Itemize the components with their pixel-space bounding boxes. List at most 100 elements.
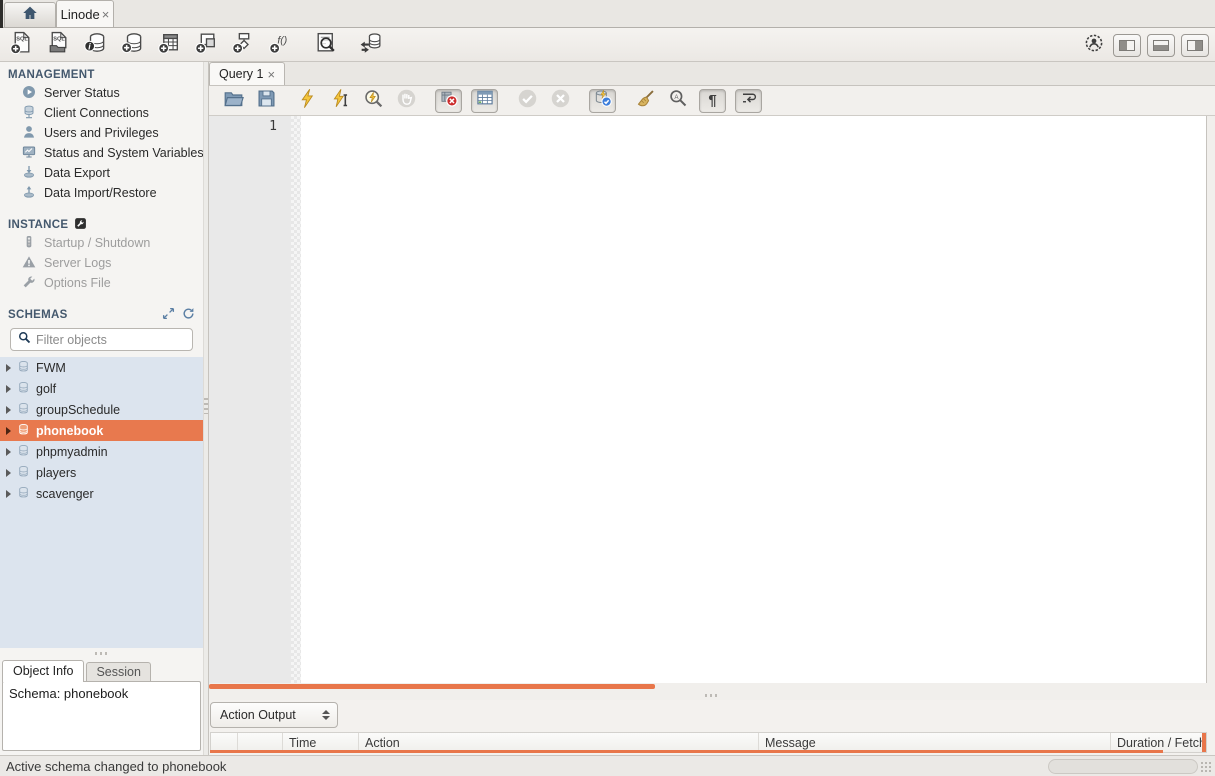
query-tab-bar: Query 1 × xyxy=(209,62,1215,86)
code-area[interactable] xyxy=(301,116,1206,683)
search-table-data-button[interactable] xyxy=(312,32,338,58)
find-button[interactable]: A xyxy=(666,89,690,113)
expand-triangle-icon[interactable] xyxy=(6,469,11,477)
server-status-icon xyxy=(21,84,37,103)
query-toolbar: A ¶ xyxy=(209,86,1215,116)
editor-horizontal-scrollbar[interactable] xyxy=(209,683,1207,690)
sidebar-item-users-privileges[interactable]: Users and Privileges xyxy=(0,123,203,143)
scrollbar-thumb[interactable] xyxy=(209,684,655,689)
chevron-updown-icon xyxy=(322,710,330,720)
sidebar-item-client-connections[interactable]: Client Connections xyxy=(0,103,203,123)
data-import-icon xyxy=(21,184,37,203)
schema-row-scavenger[interactable]: scavenger xyxy=(0,483,203,504)
sidebar-item-server-status[interactable]: Server Status xyxy=(0,83,203,103)
sidebar-item-server-logs[interactable]: Server Logs xyxy=(0,253,203,273)
tab-session[interactable]: Session xyxy=(86,662,150,682)
server-logs-icon xyxy=(21,254,37,273)
search-icon xyxy=(17,330,32,350)
resize-grip-icon[interactable] xyxy=(1200,761,1213,774)
schema-filter-box[interactable] xyxy=(10,328,193,351)
execute-current-icon xyxy=(330,88,351,114)
close-icon[interactable]: × xyxy=(267,67,275,82)
expand-triangle-icon[interactable] xyxy=(6,490,11,498)
schema-row-players[interactable]: players xyxy=(0,462,203,483)
sidebar-item-data-export[interactable]: Data Export xyxy=(0,163,203,183)
execute-current-button[interactable] xyxy=(328,89,352,113)
close-icon[interactable]: × xyxy=(102,7,110,22)
schema-name: phonebook xyxy=(36,424,103,438)
toggle-left-sidebar-button[interactable] xyxy=(1113,34,1141,57)
toggle-output-area-button[interactable] xyxy=(1147,34,1175,57)
schema-row-golf[interactable]: golf xyxy=(0,378,203,399)
wrench-badge-icon xyxy=(74,217,87,233)
create-procedure-button[interactable] xyxy=(230,32,256,58)
schema-icon xyxy=(17,360,30,376)
create-table-button[interactable] xyxy=(156,32,182,58)
connection-tab[interactable]: Linode × xyxy=(56,0,114,27)
expand-triangle-icon[interactable] xyxy=(6,427,11,435)
create-view-icon xyxy=(194,30,219,60)
management-section-title: MANAGEMENT xyxy=(0,66,203,83)
toggle-wrap-button[interactable] xyxy=(735,89,762,113)
open-sql-script-button[interactable]: SQL xyxy=(45,32,71,58)
expand-triangle-icon[interactable] xyxy=(6,364,11,372)
create-schema-button[interactable] xyxy=(119,32,145,58)
sidebar-item-status-system-variables[interactable]: Status and System Variables xyxy=(0,143,203,163)
explain-button[interactable] xyxy=(361,89,385,113)
save-script-button[interactable] xyxy=(254,89,278,113)
open-script-button[interactable] xyxy=(221,89,245,113)
beautify-button[interactable] xyxy=(633,89,657,113)
schema-inspector-icon: i xyxy=(83,30,108,60)
output-selector[interactable]: Action Output xyxy=(210,702,338,728)
toggle-left-sidebar-icon xyxy=(1119,40,1135,51)
header-accent-right xyxy=(1202,733,1206,752)
sidebar-item-options-file[interactable]: Options File xyxy=(0,273,203,293)
line-number: 1 xyxy=(269,119,277,134)
stop-on-error-icon xyxy=(439,88,459,113)
toggle-invisibles-button[interactable]: ¶ xyxy=(699,89,726,113)
users-icon xyxy=(21,124,37,143)
toggle-stop-on-error-button[interactable] xyxy=(435,89,462,113)
instance-title-label: INSTANCE xyxy=(8,219,68,231)
tab-query-1[interactable]: Query 1 × xyxy=(209,62,285,85)
home-tab[interactable] xyxy=(4,2,56,27)
grip-icon xyxy=(95,652,109,655)
schema-row-groupschedule[interactable]: groupSchedule xyxy=(0,399,203,420)
preferences-button[interactable] xyxy=(1081,32,1107,58)
schema-icon xyxy=(17,486,30,502)
expand-icon[interactable] xyxy=(162,307,175,323)
home-icon xyxy=(21,4,39,27)
execute-button[interactable] xyxy=(295,89,319,113)
schema-inspector-button[interactable]: i xyxy=(82,32,108,58)
limit-rows-button[interactable] xyxy=(471,89,498,113)
schema-row-phonebook-selected[interactable]: phonebook xyxy=(0,420,203,441)
create-view-button[interactable] xyxy=(193,32,219,58)
new-sql-tab-button[interactable]: SQL xyxy=(8,32,34,58)
schema-filter-input[interactable] xyxy=(36,333,197,347)
schema-row-phpmyadmin[interactable]: phpmyadmin xyxy=(0,441,203,462)
tab-object-info[interactable]: Object Info xyxy=(2,660,84,682)
toggle-right-sidebar-button[interactable] xyxy=(1181,34,1209,57)
explain-icon xyxy=(363,88,384,114)
pilcrow-icon: ¶ xyxy=(708,93,716,108)
output-splitter[interactable] xyxy=(209,690,1215,700)
expand-triangle-icon[interactable] xyxy=(6,448,11,456)
sidebar-item-label: Data Export xyxy=(44,166,110,180)
status-bar: Active schema changed to phonebook xyxy=(0,755,1215,776)
schema-icon xyxy=(17,381,30,397)
schema-row-fwm[interactable]: FWM xyxy=(0,357,203,378)
rollback-button xyxy=(548,89,572,113)
expand-triangle-icon[interactable] xyxy=(6,385,11,393)
commit-check-icon xyxy=(517,88,538,114)
toggle-autocommit-button[interactable] xyxy=(589,89,616,113)
refresh-icon[interactable] xyxy=(182,307,195,323)
sidebar-item-startup-shutdown[interactable]: Startup / Shutdown xyxy=(0,233,203,253)
search-table-data-icon xyxy=(313,30,338,60)
reconnect-dbms-button[interactable] xyxy=(357,32,383,58)
expand-triangle-icon[interactable] xyxy=(6,406,11,414)
create-function-button[interactable]: f() xyxy=(267,32,293,58)
sidebar-item-data-import[interactable]: Data Import/Restore xyxy=(0,183,203,203)
sidebar-horizontal-splitter[interactable] xyxy=(0,648,203,658)
stop-button xyxy=(394,89,418,113)
grip-icon xyxy=(705,694,719,697)
